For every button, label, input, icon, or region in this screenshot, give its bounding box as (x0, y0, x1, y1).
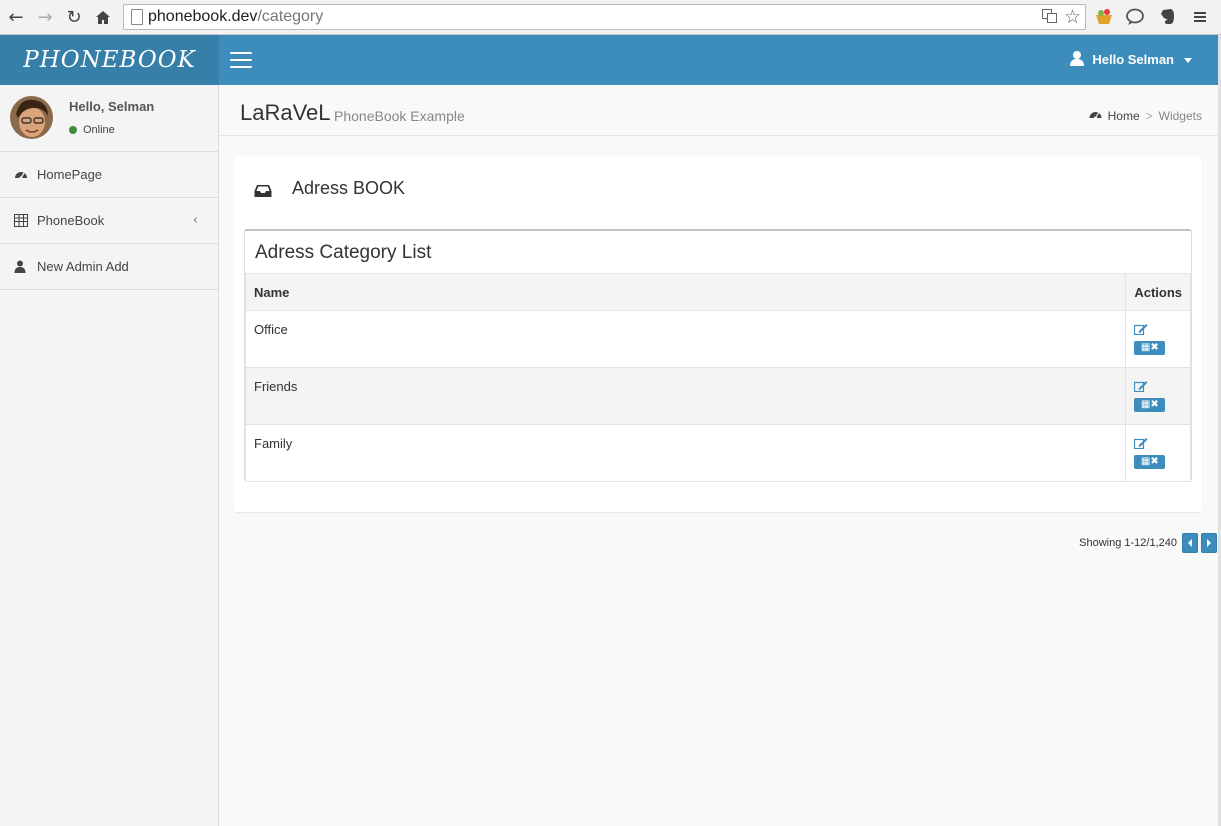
edit-icon[interactable] (1134, 380, 1148, 393)
user-menu[interactable]: Hello Selman (1069, 51, 1192, 67)
table-header-row: Name Actions (244, 273, 1191, 311)
inbox-icon (254, 182, 272, 197)
sidebar-item-new-admin-add[interactable]: New Admin Add (0, 244, 218, 290)
prev-page-button[interactable] (1182, 533, 1198, 553)
next-page-button[interactable] (1201, 533, 1217, 553)
sidebar-item-label: PhoneBook (37, 213, 105, 228)
breadcrumb-current: Widgets (1158, 109, 1202, 123)
browser-toolbar: ← → ↻ phonebook.dev/category ☆ (0, 0, 1221, 35)
sidebar-item-homepage[interactable]: HomePage (0, 152, 218, 198)
breadcrumb: Home > Widgets (1089, 109, 1202, 123)
pagination-text: Showing 1-12/1,240 (1079, 537, 1177, 549)
category-list-panel: Adress Category List Name Actions Office (244, 229, 1192, 482)
caret-down-icon (1184, 57, 1192, 63)
page-subtitle: PhoneBook Example (334, 108, 465, 124)
category-table: Name Actions Office ▦✖ Friends ▦✖ Family… (244, 273, 1191, 482)
avatar (10, 96, 53, 139)
delete-button[interactable]: ▦✖ (1134, 341, 1166, 355)
extension-basket-icon[interactable] (1094, 7, 1114, 27)
address-bar[interactable]: phonebook.dev/category ☆ (123, 4, 1086, 30)
dashboard-icon (14, 168, 28, 182)
column-header-name[interactable]: Name (244, 273, 1127, 311)
page-icon (131, 9, 143, 25)
cell-name: Friends (244, 367, 1127, 425)
table-row: Office ▦✖ (244, 310, 1191, 368)
cell-actions: ▦✖ (1125, 367, 1191, 425)
delete-button[interactable]: ▦✖ (1134, 455, 1166, 469)
sidebar-item-label: New Admin Add (37, 259, 129, 274)
cell-actions: ▦✖ (1125, 310, 1191, 368)
sidebar-toggle-icon[interactable] (230, 52, 252, 68)
user-panel: Hello, Selman Online (0, 85, 218, 152)
caret-left-icon (1188, 539, 1192, 547)
dashboard-icon (1089, 109, 1102, 123)
online-dot-icon (69, 126, 77, 134)
close-icon: ✖ (1150, 342, 1159, 353)
edit-icon[interactable] (1134, 437, 1148, 450)
status-label: Online (83, 124, 115, 136)
reload-icon[interactable]: ↻ (63, 6, 85, 28)
chevron-left-icon: ‹ (192, 213, 198, 228)
page-title: LaRaVeL (240, 100, 331, 125)
edit-icon[interactable] (1134, 323, 1148, 336)
table-row: Family ▦✖ (244, 424, 1191, 482)
cell-name: Office (244, 310, 1127, 368)
arrow-left-icon[interactable]: ← (5, 6, 27, 28)
menu-icon[interactable] (1190, 7, 1210, 27)
delete-button[interactable]: ▦✖ (1134, 398, 1166, 412)
status-badge: Online (69, 124, 115, 136)
close-icon: ✖ (1150, 456, 1159, 467)
table-icon (14, 213, 28, 228)
user-icon (1069, 51, 1085, 67)
url-text: phonebook.dev/category (148, 8, 324, 25)
app-logo[interactable]: PHONEBOOK (0, 35, 219, 85)
breadcrumb-separator: > (1145, 109, 1153, 123)
box-title: Adress BOOK (292, 178, 406, 198)
user-icon (14, 260, 28, 274)
logo-text: PHONEBOOK (23, 47, 196, 73)
home-icon[interactable] (92, 6, 114, 28)
content-header: LaRaVeL PhoneBook Example Home > Widgets (219, 85, 1218, 136)
sidebar-item-label: HomePage (37, 167, 103, 182)
cell-actions: ▦✖ (1125, 424, 1191, 482)
panel-title: Adress Category List (255, 242, 432, 263)
trash-icon: ▦ (1140, 456, 1151, 467)
extension-evernote-icon[interactable] (1158, 7, 1178, 27)
sidebar-greeting: Hello, Selman (69, 99, 155, 114)
pagination: Showing 1-12/1,240 (1079, 533, 1217, 553)
trash-icon: ▦ (1140, 399, 1151, 410)
sidebar-item-phonebook[interactable]: PhoneBook ‹ (0, 198, 218, 244)
box-header: Adress BOOK (254, 178, 405, 199)
breadcrumb-home[interactable]: Home (1108, 109, 1140, 123)
close-icon: ✖ (1150, 399, 1159, 410)
caret-right-icon (1207, 539, 1211, 547)
address-book-box: Adress BOOK Adress Category List Name Ac… (234, 156, 1202, 512)
cell-name: Family (244, 424, 1127, 482)
table-row: Friends ▦✖ (244, 367, 1191, 425)
trash-icon: ▦ (1140, 342, 1151, 353)
translate-icon[interactable] (1042, 9, 1057, 26)
bookmark-star-icon[interactable]: ☆ (1064, 6, 1081, 28)
extension-chat-icon[interactable] (1125, 7, 1145, 27)
top-navbar: Hello Selman (219, 35, 1218, 85)
column-header-actions: Actions (1125, 273, 1191, 311)
arrow-right-icon[interactable]: → (34, 6, 56, 28)
sidebar: Hello, Selman Online HomePage PhoneBook … (0, 85, 219, 826)
user-menu-label: Hello Selman (1092, 51, 1174, 67)
